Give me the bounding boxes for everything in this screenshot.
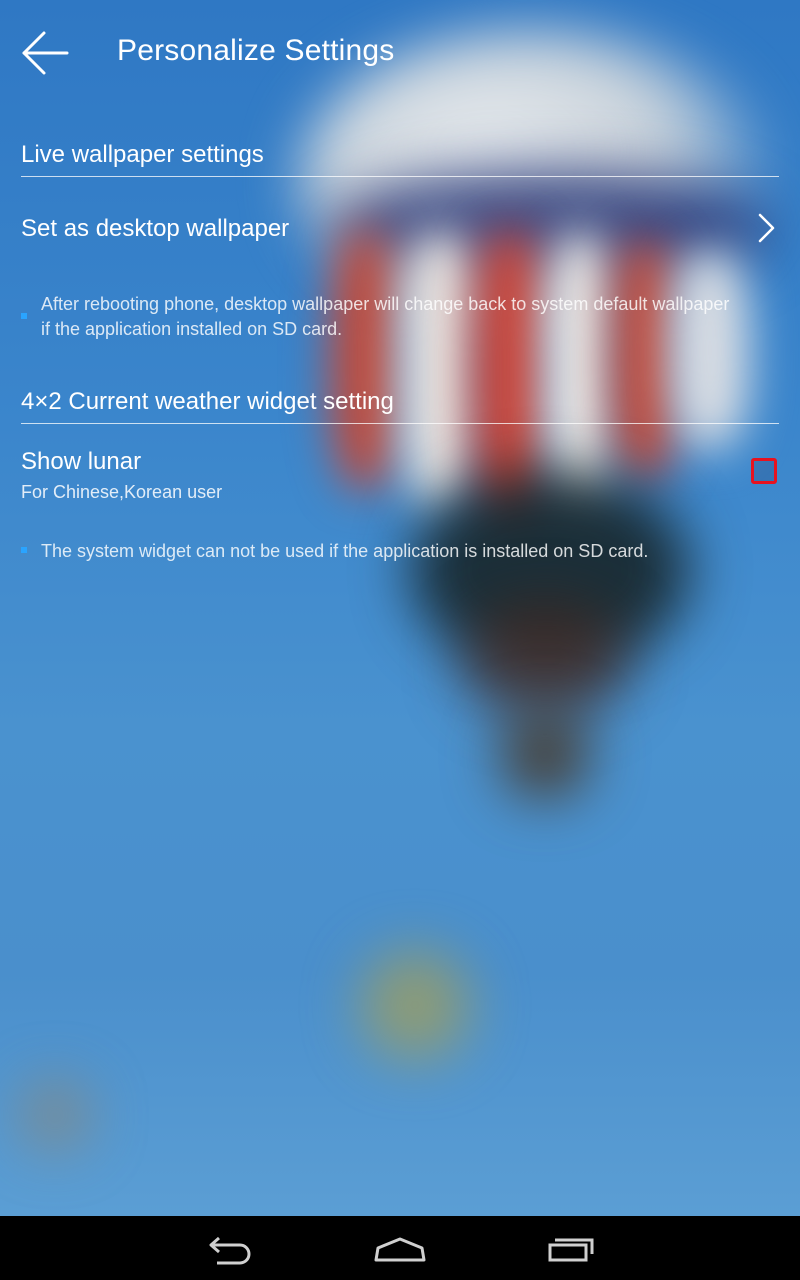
arrow-left-icon: [22, 31, 69, 75]
nav-home-icon: [374, 1237, 426, 1262]
show-lunar-checkbox[interactable]: [751, 458, 777, 484]
nav-home-button[interactable]: [370, 1228, 430, 1268]
section-header-weather-widget: 4×2 Current weather widget setting: [21, 388, 394, 415]
nav-back-button[interactable]: [200, 1228, 260, 1268]
back-button[interactable]: [18, 26, 74, 82]
row-title: Show lunar: [21, 448, 142, 475]
row-title: Set as desktop wallpaper: [21, 215, 290, 242]
nav-recents-icon: [548, 1238, 594, 1262]
set-desktop-wallpaper-row[interactable]: Set as desktop wallpaper: [0, 190, 800, 270]
chevron-right-icon: [758, 213, 775, 243]
row-subtitle: For Chinese,Korean user: [21, 482, 223, 502]
note-text: After rebooting phone, desktop wallpaper…: [41, 294, 730, 339]
note-text: The system widget can not be used if the…: [41, 541, 649, 561]
nav-recents-button[interactable]: [541, 1228, 601, 1268]
note-bullet: [21, 547, 27, 553]
settings-screen: Personalize Settings Live wallpaper sett…: [0, 0, 800, 1216]
nav-back-icon: [209, 1236, 251, 1265]
section-divider: [21, 176, 779, 177]
note-bullet: [21, 313, 27, 319]
show-lunar-row[interactable]: Show lunar For Chinese,Korean user: [0, 436, 800, 516]
section-divider: [21, 423, 779, 424]
page-title: Personalize Settings: [117, 34, 395, 67]
section-header-live-wallpaper: Live wallpaper settings: [21, 141, 264, 168]
system-navigation-bar: [0, 1216, 800, 1280]
